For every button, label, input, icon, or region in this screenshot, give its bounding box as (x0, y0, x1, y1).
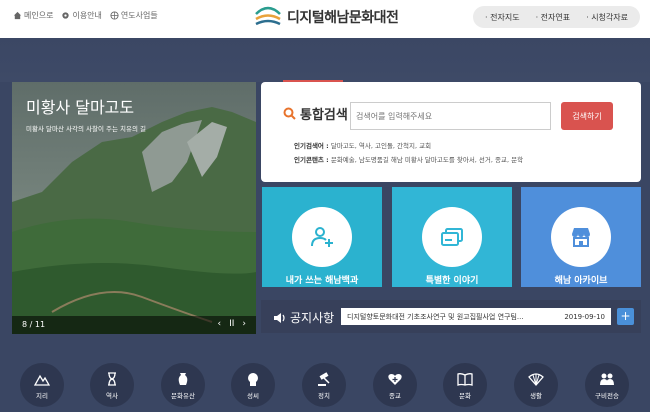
category-history[interactable]: 역사 (90, 363, 134, 407)
pause-button[interactable]: II (229, 319, 234, 329)
card-special-story[interactable]: 특별한 이야기 (392, 187, 512, 287)
slide-subtitle: 미황사 달마산 사각의 사찰이 주는 치유의 길 (26, 125, 147, 133)
category-surnames[interactable]: 성씨 (231, 363, 275, 407)
search-input[interactable] (350, 102, 551, 130)
utility-links: 메인으로 이용안내 연도사업들 (13, 10, 158, 21)
fan-icon (528, 373, 544, 386)
head-icon (248, 373, 258, 386)
category-menu: 지리 역사 문화유산 성씨 정치 종교 문화 생활 구비전승 (20, 363, 640, 412)
projects-link[interactable]: 연도사업들 (110, 10, 158, 21)
speaker-icon (274, 312, 285, 323)
site-logo[interactable]: 디지털해남문화대전 (254, 4, 399, 30)
card-encyclopedia[interactable]: 내가 쓰는 해남백과 (262, 187, 382, 287)
category-life[interactable]: 생활 (514, 363, 558, 407)
card-label: 내가 쓰는 해남백과 (285, 276, 359, 286)
logo-icon (255, 6, 281, 26)
notice-more-button[interactable]: + (617, 308, 634, 325)
notice-text: 디지털향토문화대전 기초조사연구 및 원고집필사업 연구팀... (347, 312, 524, 321)
gavel-icon (318, 372, 330, 386)
search-panel: 통합검색 검색하기 인기검색어 : 달마고도, 역사, 고인돌, 간척지, 교회… (261, 82, 641, 182)
slide-controls: 8 / 11 ‹ II › (12, 316, 256, 334)
logo-text: 디지털해남문화대전 (287, 10, 399, 26)
globe-icon (110, 11, 119, 20)
header: 메인으로 이용안내 연도사업들 디지털해남문화대전 · 전자지도 · 전자연표 … (0, 0, 650, 38)
category-culture[interactable]: 문화 (443, 363, 487, 407)
next-slide-button[interactable]: › (242, 319, 246, 329)
notice-title: 공지사항 (273, 309, 334, 326)
hero-background (0, 38, 650, 82)
home-link[interactable]: 메인으로 (13, 10, 53, 21)
popular-keywords: 인기검색어 : 달마고도, 역사, 고인돌, 간척지, 교회 (294, 142, 432, 150)
notice-item[interactable]: 디지털향토문화대전 기초조사연구 및 원고집필사업 연구팀... 2019-09… (341, 308, 611, 325)
slide-title: 미황사 달마고도 (26, 98, 135, 117)
slide-buttons: ‹ II › (217, 319, 246, 329)
prev-slide-button[interactable]: ‹ (217, 319, 221, 329)
mountain-photo (12, 82, 256, 334)
category-oral-tradition[interactable]: 구비전승 (585, 363, 629, 407)
popular-contents: 인기콘텐츠 : 문화예술, 남도명품길 해남 미황사 달마고도를 찾아서, 선거… (294, 156, 524, 164)
book-icon (457, 373, 473, 386)
nav-electronic-chronology[interactable]: · 전자연표 (532, 12, 575, 23)
popular-keywords-list[interactable]: 달마고도, 역사, 고인돌, 간척지, 교회 (331, 142, 431, 150)
category-religion[interactable]: 종교 (373, 363, 417, 407)
home-icon (13, 11, 22, 20)
card-label: 특별한 이야기 (425, 276, 479, 286)
category-cultural-heritage[interactable]: 문화유산 (161, 363, 205, 407)
hourglass-icon (108, 372, 116, 386)
people-icon (600, 373, 614, 385)
search-label: 통합검색 (283, 104, 348, 123)
gear-icon (62, 12, 70, 19)
nav-audiovisual[interactable]: · 시청각자료 (582, 12, 632, 23)
mountain-icon (34, 374, 50, 386)
heart-cross-icon (388, 374, 402, 385)
search-icon (283, 107, 296, 120)
notice-bar: 공지사항 디지털향토문화대전 기초조사연구 및 원고집필사업 연구팀... 20… (261, 300, 641, 333)
person-plus-icon (311, 227, 333, 247)
cards-icon (441, 228, 463, 246)
card-label: 해남 아카이브 (554, 276, 608, 286)
notice-date: 2019-09-10 (564, 312, 605, 321)
popular-contents-list[interactable]: 문화예술, 남도명품길 해남 미황사 달마고도를 찾아서, 선거, 종교, 문학 (331, 156, 523, 164)
guide-link[interactable]: 이용안내 (61, 10, 102, 21)
nav-electronic-map[interactable]: · 전자지도 (481, 12, 524, 23)
slide-counter: 8 / 11 (22, 320, 46, 329)
category-geography[interactable]: 지리 (20, 363, 64, 407)
top-nav: · 전자지도 · 전자연표 · 시청각자료 (473, 6, 640, 28)
category-politics[interactable]: 정치 (302, 363, 346, 407)
hero-slide[interactable]: 미황사 달마고도 미황사 달마산 사각의 사찰이 주는 치유의 길 8 / 11… (12, 82, 256, 334)
store-icon (572, 228, 590, 247)
vase-icon (178, 373, 188, 385)
search-button[interactable]: 검색하기 (561, 102, 613, 130)
card-archive[interactable]: 해남 아카이브 (521, 187, 641, 287)
